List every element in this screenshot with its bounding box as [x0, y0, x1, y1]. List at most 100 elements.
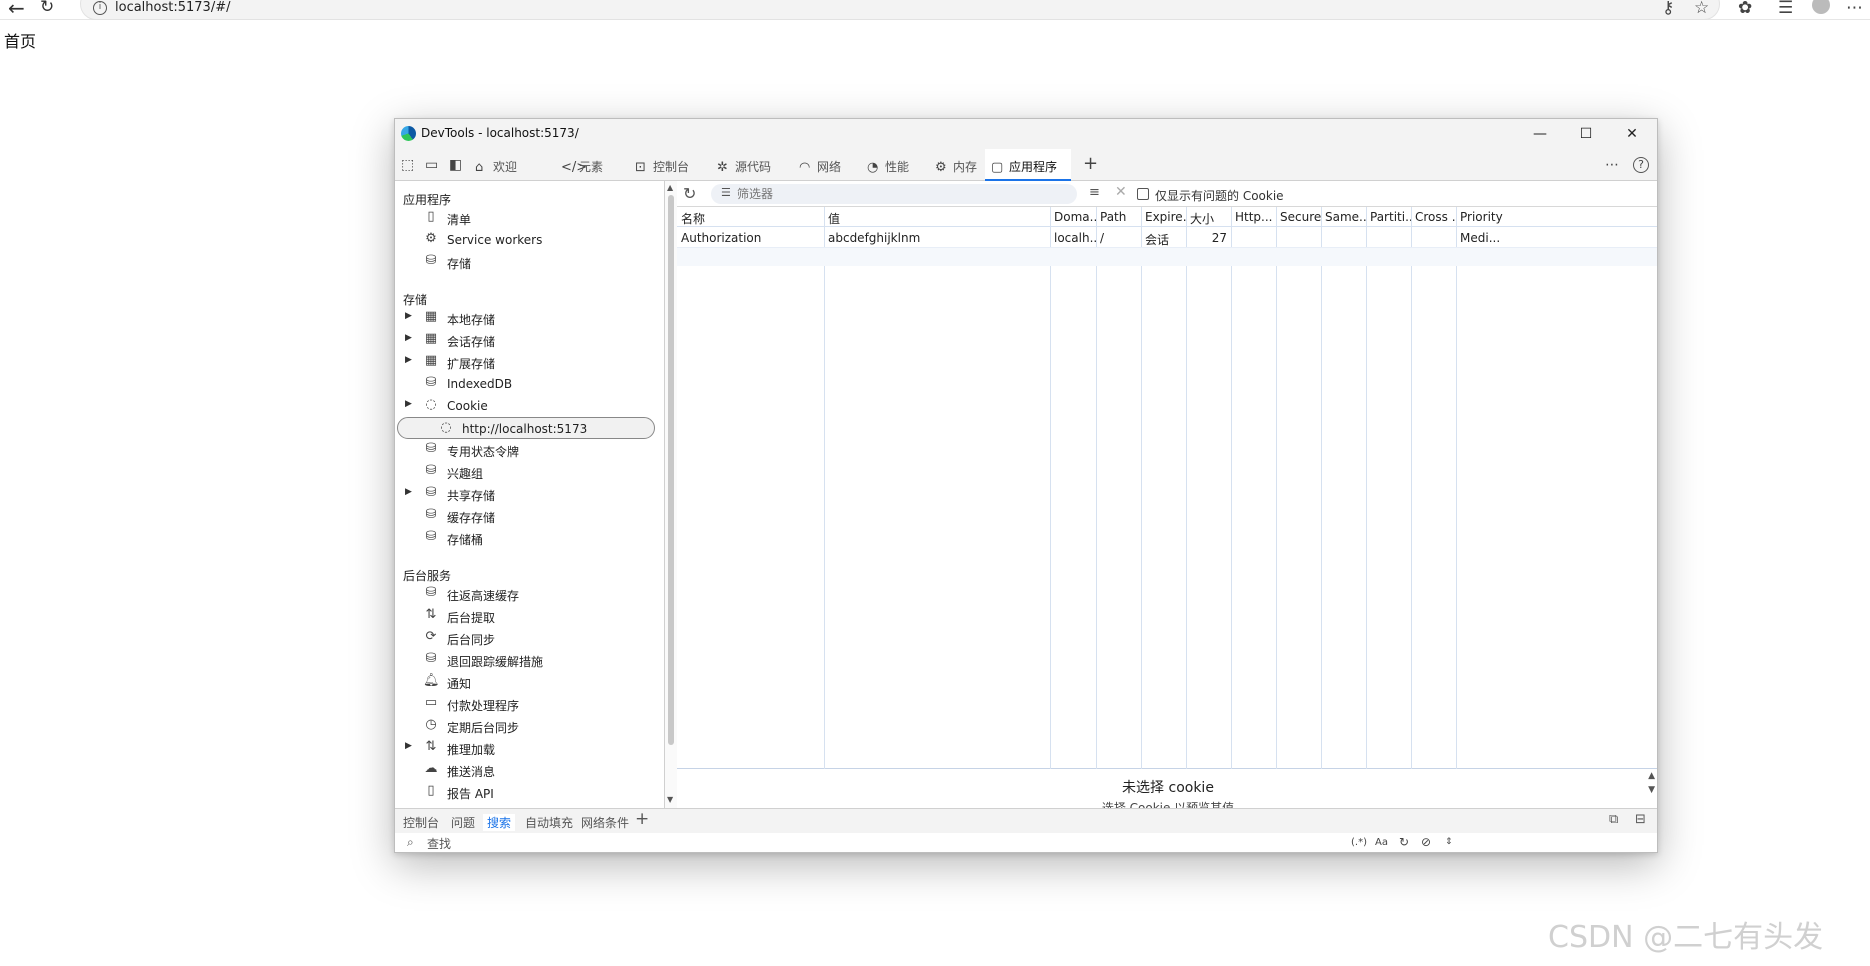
cell-size[interactable]: 27	[1186, 229, 1231, 249]
column-divider[interactable]	[1186, 207, 1187, 769]
column-header-size[interactable]: 大小	[1186, 207, 1231, 227]
column-header-domain[interactable]: Doma...	[1050, 207, 1096, 227]
sidebar-item-bounce-tracking[interactable]: ⛁ 退回跟踪缓解措施	[395, 649, 657, 671]
column-header-partition[interactable]: Partiti...	[1366, 207, 1411, 227]
refresh-icon[interactable]: ↻	[683, 184, 696, 203]
sidebar-item-reporting-api[interactable]: ▯ 报告 API	[395, 781, 657, 803]
drawer-tab-search[interactable]: 搜索	[483, 814, 516, 831]
extensions-icon[interactable]: ✿	[1738, 0, 1752, 18]
scrollbar-thumb[interactable]	[668, 195, 674, 745]
column-header-path[interactable]: Path	[1096, 207, 1141, 227]
cell-domain[interactable]: localh...	[1050, 229, 1096, 249]
close-icon[interactable]: ✕	[1609, 122, 1655, 146]
issues-only-checkbox[interactable]	[1137, 188, 1149, 200]
more-icon[interactable]: ⋯	[1605, 157, 1619, 173]
cell-priority[interactable]: Medi...	[1456, 229, 1506, 249]
cell-expires[interactable]: 会话	[1141, 229, 1186, 249]
sidebar-item-extension-storage[interactable]: ▶ ▦ 扩展存储	[395, 351, 657, 373]
sidebar-item-speculative-loads[interactable]: ▶ ⇅ 推理加载	[395, 737, 657, 759]
tab-network[interactable]: ◠ 网络	[799, 149, 863, 181]
sidebar-item-cookie[interactable]: ▶ ◌ Cookie	[395, 395, 657, 417]
sidebar-item-storage-buckets[interactable]: ⛁ 存储桶	[395, 527, 657, 549]
inspect-icon[interactable]: ⬚	[401, 157, 414, 173]
scroll-up-icon[interactable]: ▲	[1648, 771, 1655, 781]
sidebar-item-private-state-tokens[interactable]: ⛁ 专用状态令牌	[395, 439, 657, 461]
scroll-down-icon[interactable]: ▼	[1648, 785, 1655, 795]
match-case-toggle[interactable]: Aa	[1375, 837, 1388, 848]
column-header-name[interactable]: 名称	[677, 207, 824, 227]
clear-all-icon[interactable]: ≡	[1089, 185, 1100, 200]
column-divider[interactable]	[1321, 207, 1322, 769]
sidebar-item-shared-storage[interactable]: ▶ ⛁ 共享存储	[395, 483, 657, 505]
expand-arrow-icon[interactable]: ▶	[405, 399, 412, 409]
sidebar-item-local-storage[interactable]: ▶ ▦ 本地存储	[395, 307, 657, 329]
column-divider[interactable]	[824, 207, 825, 769]
column-divider[interactable]	[1276, 207, 1277, 769]
add-tab-icon[interactable]: +	[1083, 153, 1098, 174]
tab-welcome[interactable]: ⌂ 欢迎	[475, 149, 539, 181]
drawer-tab-issues[interactable]: 问题	[451, 814, 475, 831]
column-divider[interactable]	[1411, 207, 1412, 769]
refresh-search-icon[interactable]: ↻	[1399, 835, 1409, 849]
cell-path[interactable]: /	[1096, 229, 1141, 249]
tab-elements[interactable]: </>元素	[561, 149, 621, 181]
column-header-samesite[interactable]: Same...	[1321, 207, 1366, 227]
filter-input[interactable]	[711, 184, 1077, 204]
address-bar[interactable]: i localhost:5173/#/	[80, 0, 1720, 20]
star-icon[interactable]: ☆	[1694, 0, 1709, 18]
expand-arrow-icon[interactable]: ▶	[405, 355, 412, 365]
dock-icon[interactable]: ◧	[449, 157, 462, 173]
sidebar-scrollbar[interactable]: ▲ ▼	[665, 181, 677, 808]
sidebar-item-cookie-localhost[interactable]: ◌ http://localhost:5173	[397, 417, 655, 439]
cell-value[interactable]: abcdefghijklnm	[824, 229, 1050, 249]
scroll-down-icon[interactable]: ▼	[667, 795, 673, 804]
close-drawer-icon[interactable]: ⊟	[1635, 812, 1646, 827]
drawer-tab-console[interactable]: 控制台	[403, 814, 439, 831]
sidebar-item-session-storage[interactable]: ▶ ▦ 会话存储	[395, 329, 657, 351]
add-drawer-tab-icon[interactable]: +	[635, 809, 649, 829]
sidebar-item-background-sync[interactable]: ⟳ 后台同步	[395, 627, 657, 649]
column-header-cross-site[interactable]: Cross ...	[1411, 207, 1456, 227]
sidebar-item-indexeddb[interactable]: ⛁ IndexedDB	[395, 373, 657, 395]
column-header-priority[interactable]: Priority	[1456, 207, 1506, 227]
delete-selected-icon[interactable]: ✕	[1115, 184, 1127, 200]
maximize-icon[interactable]: ☐	[1563, 122, 1609, 146]
sidebar-item-interest-groups[interactable]: ⛁ 兴趣组	[395, 461, 657, 483]
device-icon[interactable]: ▭	[425, 157, 438, 173]
tab-sources[interactable]: ✲ 源代码	[717, 149, 801, 181]
avatar[interactable]	[1812, 0, 1830, 14]
regex-toggle[interactable]: (.*)	[1351, 837, 1367, 848]
sidebar-item-bfcache[interactable]: ⛁ 往返高速缓存	[395, 583, 657, 605]
more-icon[interactable]: ⋯	[1846, 0, 1863, 18]
expand-arrow-icon[interactable]: ▶	[405, 487, 412, 497]
column-divider[interactable]	[1096, 207, 1097, 769]
column-divider[interactable]	[1141, 207, 1142, 769]
expand-arrow-icon[interactable]: ▶	[405, 741, 412, 751]
column-header-value[interactable]: 值	[824, 207, 1050, 227]
column-header-secure[interactable]: Secure	[1276, 207, 1321, 227]
column-divider[interactable]	[1366, 207, 1367, 769]
sidebar-item-service-workers[interactable]: ⚙ Service workers	[395, 229, 657, 251]
column-header-httponly[interactable]: Http...	[1231, 207, 1276, 227]
sidebar-item-cache-storage[interactable]: ⛁ 缓存存储	[395, 505, 657, 527]
dock-drawer-icon[interactable]: ⧉	[1609, 812, 1618, 827]
back-arrow-icon[interactable]: ←	[8, 0, 25, 20]
expand-arrow-icon[interactable]: ▶	[405, 333, 412, 343]
minimize-icon[interactable]: —	[1517, 122, 1563, 146]
tab-console[interactable]: ⊡ 控制台	[635, 149, 711, 181]
tab-application[interactable]: ▢ 应用程序	[985, 149, 1071, 181]
sidebar-item-background-fetch[interactable]: ⇅ 后台提取	[395, 605, 657, 627]
scroll-arrows-icon[interactable]: ⇕	[1445, 837, 1453, 847]
column-divider[interactable]	[1050, 207, 1051, 769]
sidebar-item-payment-handler[interactable]: ▭ 付款处理程序	[395, 693, 657, 715]
sidebar-item-storage[interactable]: ⛁ 存储	[395, 251, 657, 273]
column-header-expires[interactable]: Expire...	[1141, 207, 1186, 227]
expand-arrow-icon[interactable]: ▶	[405, 311, 412, 321]
tab-performance[interactable]: ◔ 性能	[867, 149, 931, 181]
sidebar-item-periodic-sync[interactable]: ◷ 定期后台同步	[395, 715, 657, 737]
site-info-icon[interactable]: i	[93, 1, 107, 15]
search-input[interactable]: 查找	[427, 835, 451, 852]
column-divider[interactable]	[1456, 207, 1457, 769]
sidebar-item-push-messaging[interactable]: ☁ 推送消息	[395, 759, 657, 781]
reload-icon[interactable]: ↻	[40, 0, 54, 17]
